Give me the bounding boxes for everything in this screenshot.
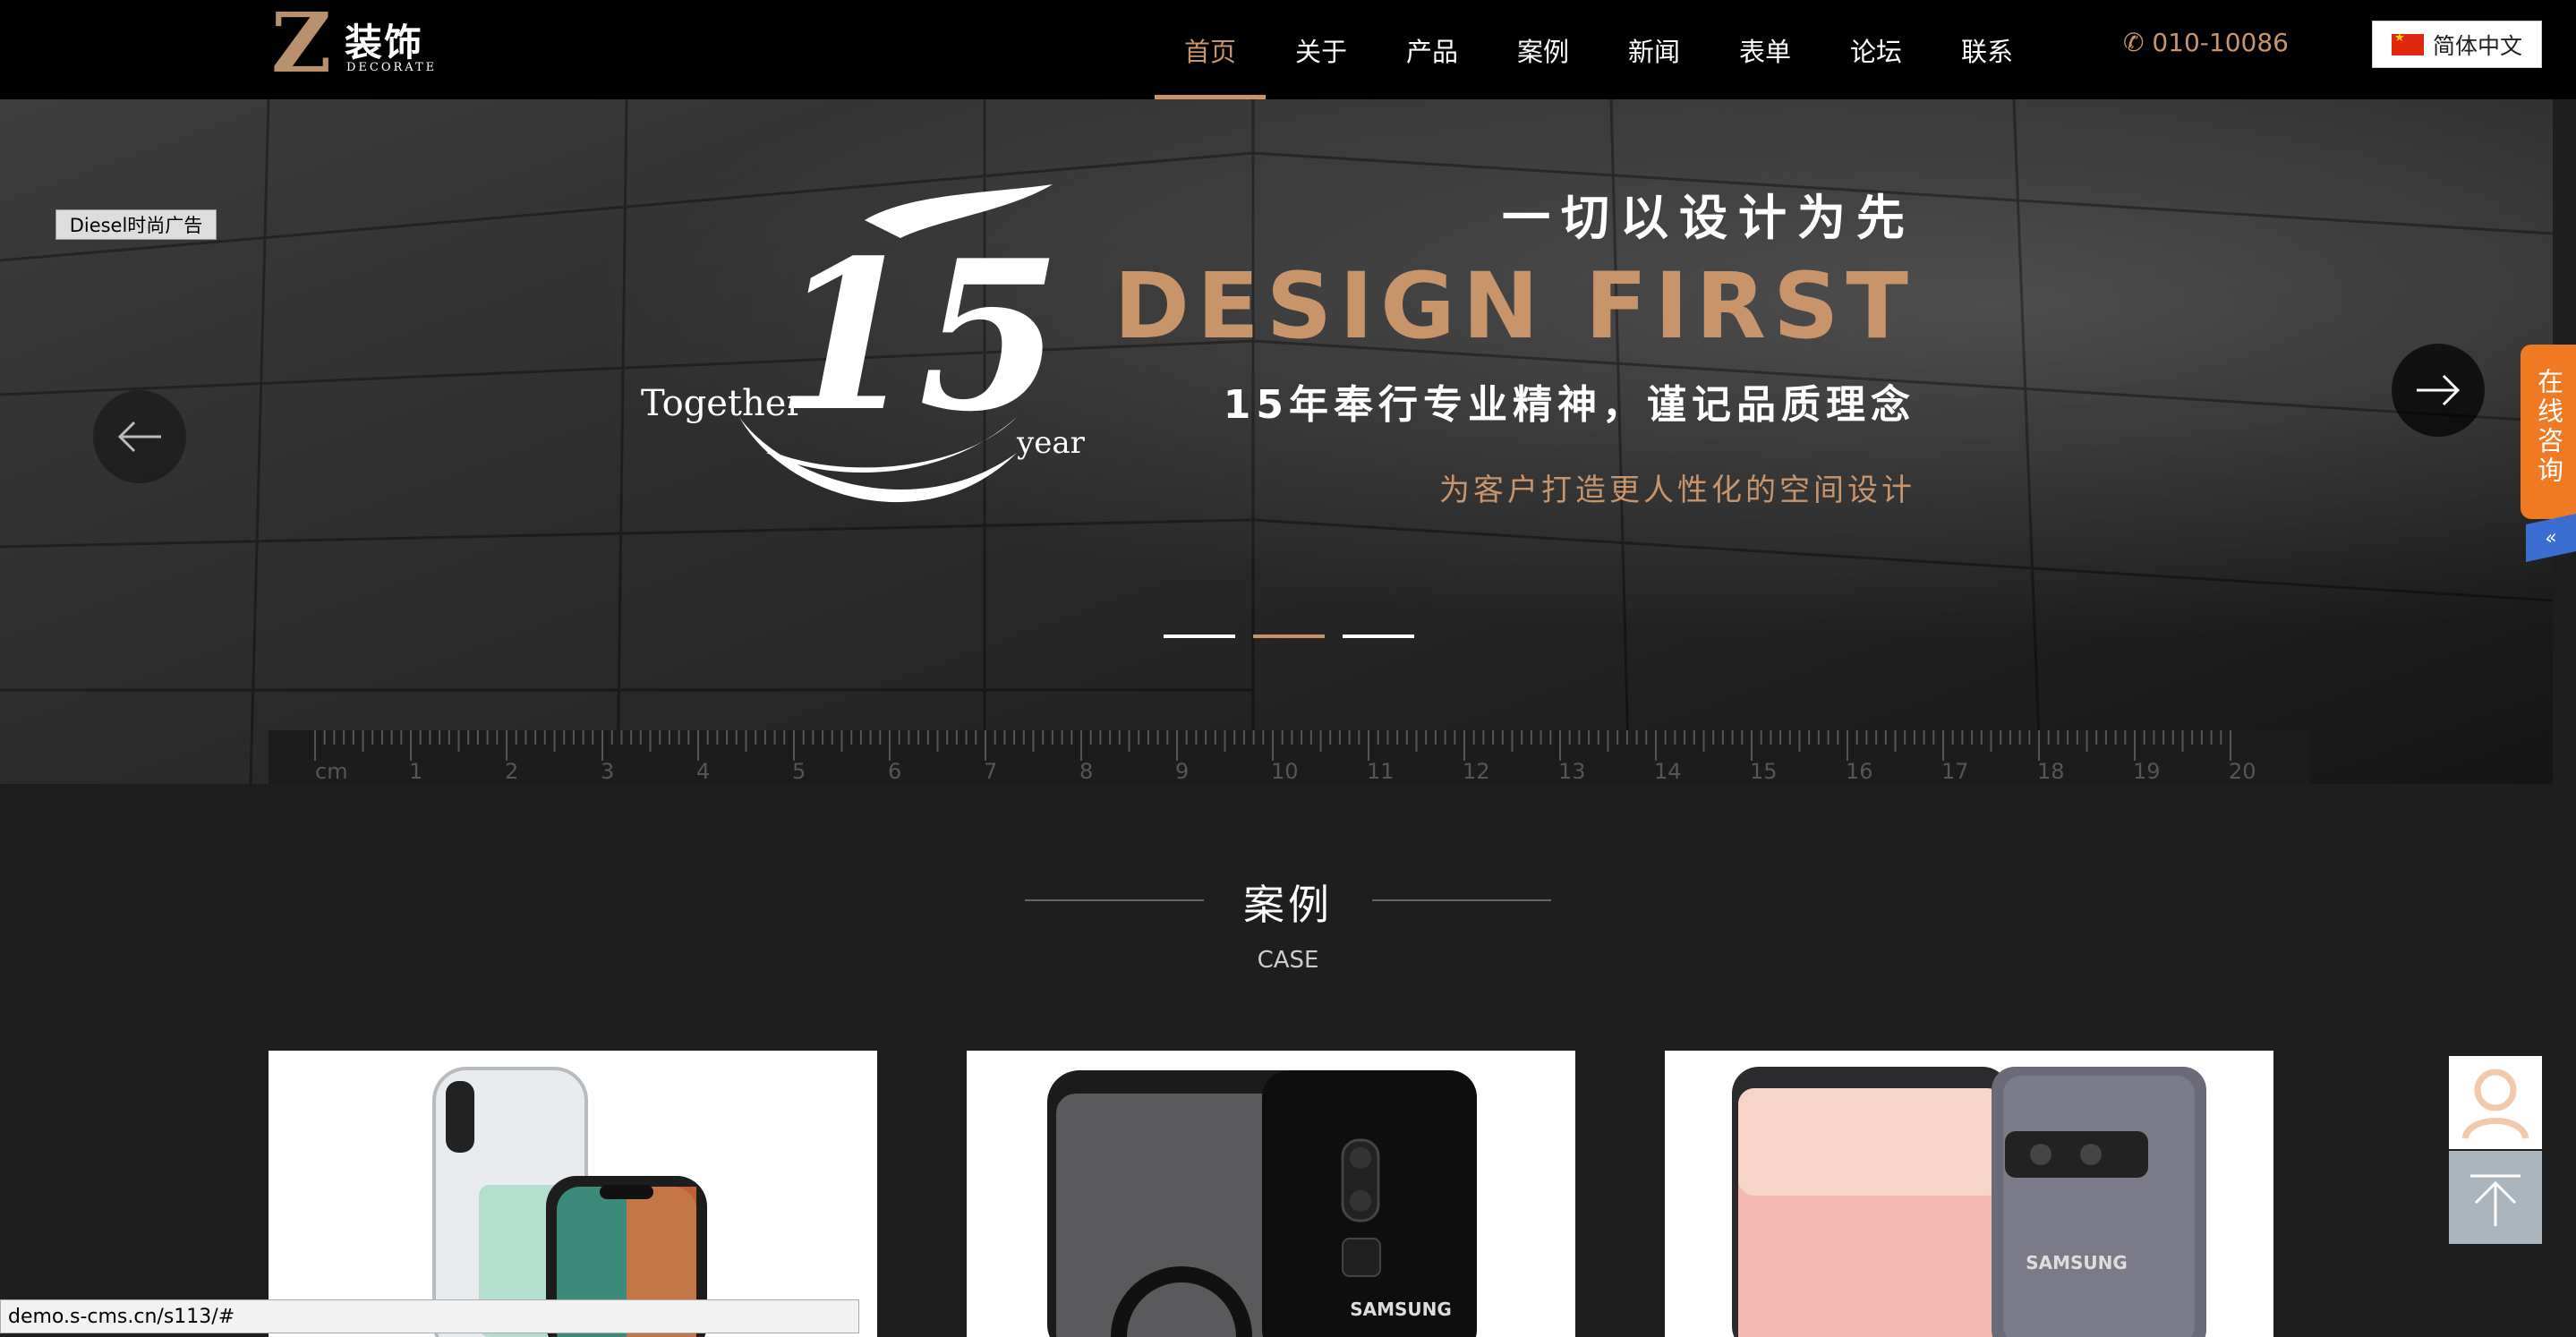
ruler-graphic: cm 1 2 3 4 5 6 7 8 9 10 11 12 13 14 15 16 17 18 19 20 xyxy=(314,730,2256,784)
ruler-label: 1 xyxy=(409,759,422,784)
site-header: Z 装饰 DECORATE 首页 关于 产品 案例 新闻 表单 论坛 联系 ✆ … xyxy=(0,0,2576,99)
ruler-label: 20 xyxy=(2229,759,2256,784)
language-selector[interactable]: 简体中文 xyxy=(2372,21,2542,68)
ruler-label: 17 xyxy=(1941,759,1969,784)
case-image-2: SAMSUNG xyxy=(1047,1070,1477,1337)
china-flag-icon xyxy=(2391,31,2424,55)
ruler-label: 7 xyxy=(984,759,997,784)
arrow-right-icon xyxy=(2417,374,2461,406)
hero-banner: Diesel时尚广告 15 Together year 一切以设计为先 DESI… xyxy=(0,99,2553,784)
headline-cn: 一切以设计为先 xyxy=(1502,190,1915,246)
ruler-label: 14 xyxy=(1654,759,1682,784)
ruler-label: 4 xyxy=(696,759,710,784)
case-card-3[interactable]: SAMSUNG xyxy=(1665,1051,2273,1337)
nav-item-products[interactable]: 产品 xyxy=(1377,0,1488,99)
slide-dot-1[interactable] xyxy=(1164,634,1235,638)
prev-slide-button[interactable] xyxy=(93,390,186,483)
logo-subtext: DECORATE xyxy=(346,61,438,74)
online-consult-tab[interactable]: 在线咨询 xyxy=(2521,345,2576,519)
nav-item-news[interactable]: 新闻 xyxy=(1599,0,1710,99)
case-card-1[interactable] xyxy=(269,1051,877,1337)
ruler-label: 18 xyxy=(2037,759,2065,784)
ruler-label: 11 xyxy=(1367,759,1395,784)
case-section-subtitle: CASE xyxy=(1257,947,1319,974)
slide-dot-2[interactable] xyxy=(1253,634,1325,638)
logo-letter: Z xyxy=(271,0,332,91)
ruler-decoration: cm 1 2 3 4 5 6 7 8 9 10 11 12 13 14 15 16 17 18 19 20 xyxy=(269,730,2309,784)
anniversary-emblem: 15 Together year xyxy=(641,184,1088,560)
nav-item-home[interactable]: 首页 xyxy=(1155,0,1266,99)
case-section-title: 案例 xyxy=(0,873,2576,932)
ruler-label: 5 xyxy=(792,759,806,784)
case-title-text: 案例 xyxy=(1243,881,1333,929)
emblem-graphic: 15 Together year xyxy=(641,184,1086,503)
ruler-label: 15 xyxy=(1750,759,1778,784)
customer-service-button[interactable] xyxy=(2449,1056,2542,1149)
emblem-year: year xyxy=(1016,425,1086,461)
ruler-label: 10 xyxy=(1271,759,1299,784)
arrow-left-icon xyxy=(117,421,161,453)
headline-en: DESIGN FIRST xyxy=(1113,253,1915,360)
emblem-together: Together xyxy=(641,383,804,424)
ruler-label: 6 xyxy=(888,759,901,784)
site-logo[interactable]: Z 装饰 DECORATE xyxy=(271,2,434,84)
browser-status-url: demo.s-cms.cn/s113/# xyxy=(0,1299,859,1333)
back-to-top-button[interactable] xyxy=(2449,1151,2542,1244)
phone-number: ✆ 010-10086 xyxy=(2123,28,2289,57)
nav-item-cases[interactable]: 案例 xyxy=(1488,0,1599,99)
ruler-label: 19 xyxy=(2133,759,2161,784)
headline-slogan: 15年奉行专业精神，谨记品质理念 xyxy=(1223,382,1915,428)
slide-dot-3[interactable] xyxy=(1343,634,1414,638)
ruler-label: 2 xyxy=(505,759,518,784)
ad-tag[interactable]: Diesel时尚广告 xyxy=(55,209,217,240)
nav-item-about[interactable]: 关于 xyxy=(1266,0,1377,99)
next-slide-button[interactable] xyxy=(2392,344,2485,437)
case-image-1 xyxy=(432,1067,707,1337)
user-icon xyxy=(2461,1069,2529,1140)
emblem-number: 15 xyxy=(775,216,1062,457)
ruler-label: 12 xyxy=(1463,759,1490,784)
nav-item-contact[interactable]: 联系 xyxy=(1932,0,2043,99)
ruler-label: 9 xyxy=(1175,759,1189,784)
ruler-label: 8 xyxy=(1079,759,1093,784)
nav-item-forum[interactable]: 论坛 xyxy=(1821,0,1932,99)
logo-text: 装饰 xyxy=(345,21,424,64)
headline-tagline: 为客户打造更人性化的空间设计 xyxy=(1439,473,1915,508)
consult-label: 在线咨询 xyxy=(2533,368,2564,486)
case-image-3: SAMSUNG xyxy=(1732,1067,2206,1337)
ruler-label: 16 xyxy=(1846,759,1873,784)
language-label: 简体中文 xyxy=(2432,32,2522,59)
case-card-2[interactable]: SAMSUNG xyxy=(967,1051,1575,1337)
ruler-label: 3 xyxy=(601,759,614,784)
card-3-brand: SAMSUNG xyxy=(2026,1252,2128,1273)
banner-headline: 一切以设计为先 DESIGN FIRST 15年奉行专业精神，谨记品质理念 为客… xyxy=(1113,178,1915,509)
card-2-brand: SAMSUNG xyxy=(1350,1299,1452,1320)
ruler-label: 13 xyxy=(1558,759,1586,784)
arrow-up-icon xyxy=(2470,1174,2521,1226)
main-nav: 首页 关于 产品 案例 新闻 表单 论坛 联系 xyxy=(1155,0,2043,99)
slide-indicators xyxy=(1164,634,1414,638)
nav-item-form[interactable]: 表单 xyxy=(1710,0,1821,99)
ruler-unit: cm xyxy=(315,759,348,784)
